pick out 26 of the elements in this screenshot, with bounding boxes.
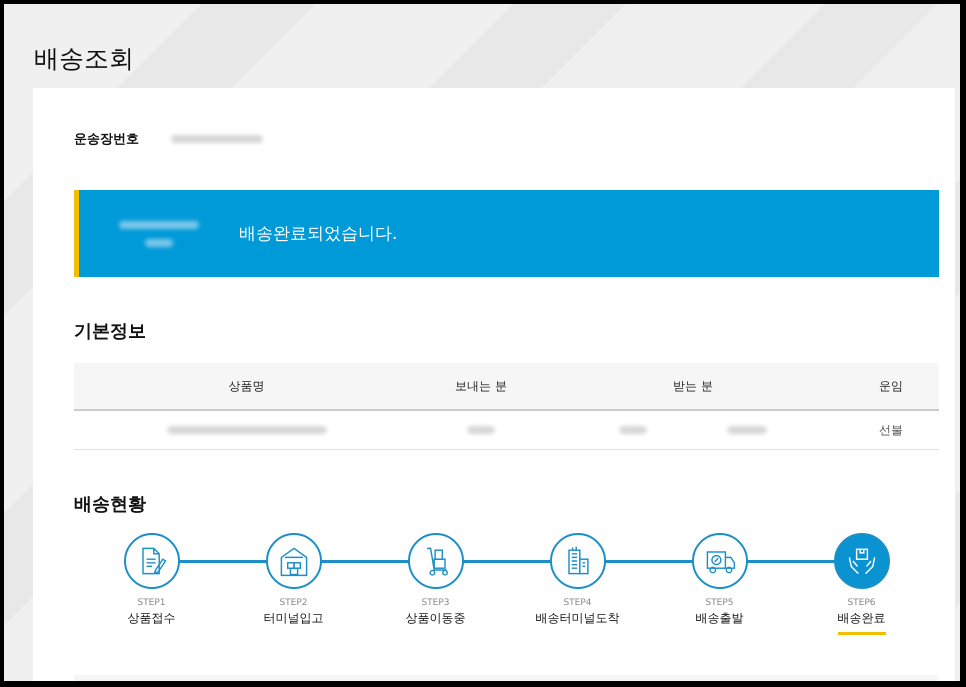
step-number: STEP5	[705, 598, 734, 608]
redacted-text	[619, 426, 647, 434]
page-title: 배송조회	[33, 43, 135, 75]
column-header: 받는 분	[672, 378, 714, 394]
column-header: 운임	[878, 378, 904, 394]
step-number: STEP1	[137, 598, 166, 608]
step-label: 배송완료	[838, 610, 886, 635]
step-label: 배송터미널도착	[536, 610, 620, 627]
step-number: STEP4	[563, 598, 592, 608]
step-number: STEP2	[279, 598, 308, 608]
step-label: 상품접수	[128, 610, 176, 627]
column-header: 상품명	[228, 378, 266, 394]
step-label: 배송출발	[696, 610, 744, 627]
section-heading: 배송현황	[74, 493, 147, 517]
redacted-text	[467, 426, 495, 434]
step-number: STEP6	[847, 598, 876, 608]
step-label: 상품이동중	[406, 610, 466, 627]
step-label: 터미널입고	[264, 610, 324, 627]
redacted-text	[727, 426, 767, 434]
status-message: 배송완료되었습니다.	[239, 223, 398, 245]
table-cell: 선불	[879, 422, 903, 438]
step-number: STEP3	[421, 598, 450, 608]
section-heading: 기본정보	[74, 320, 147, 344]
column-header: 보내는 분	[454, 378, 508, 394]
waybill-label: 운송장번호	[74, 131, 139, 148]
redacted-text	[145, 238, 173, 246]
